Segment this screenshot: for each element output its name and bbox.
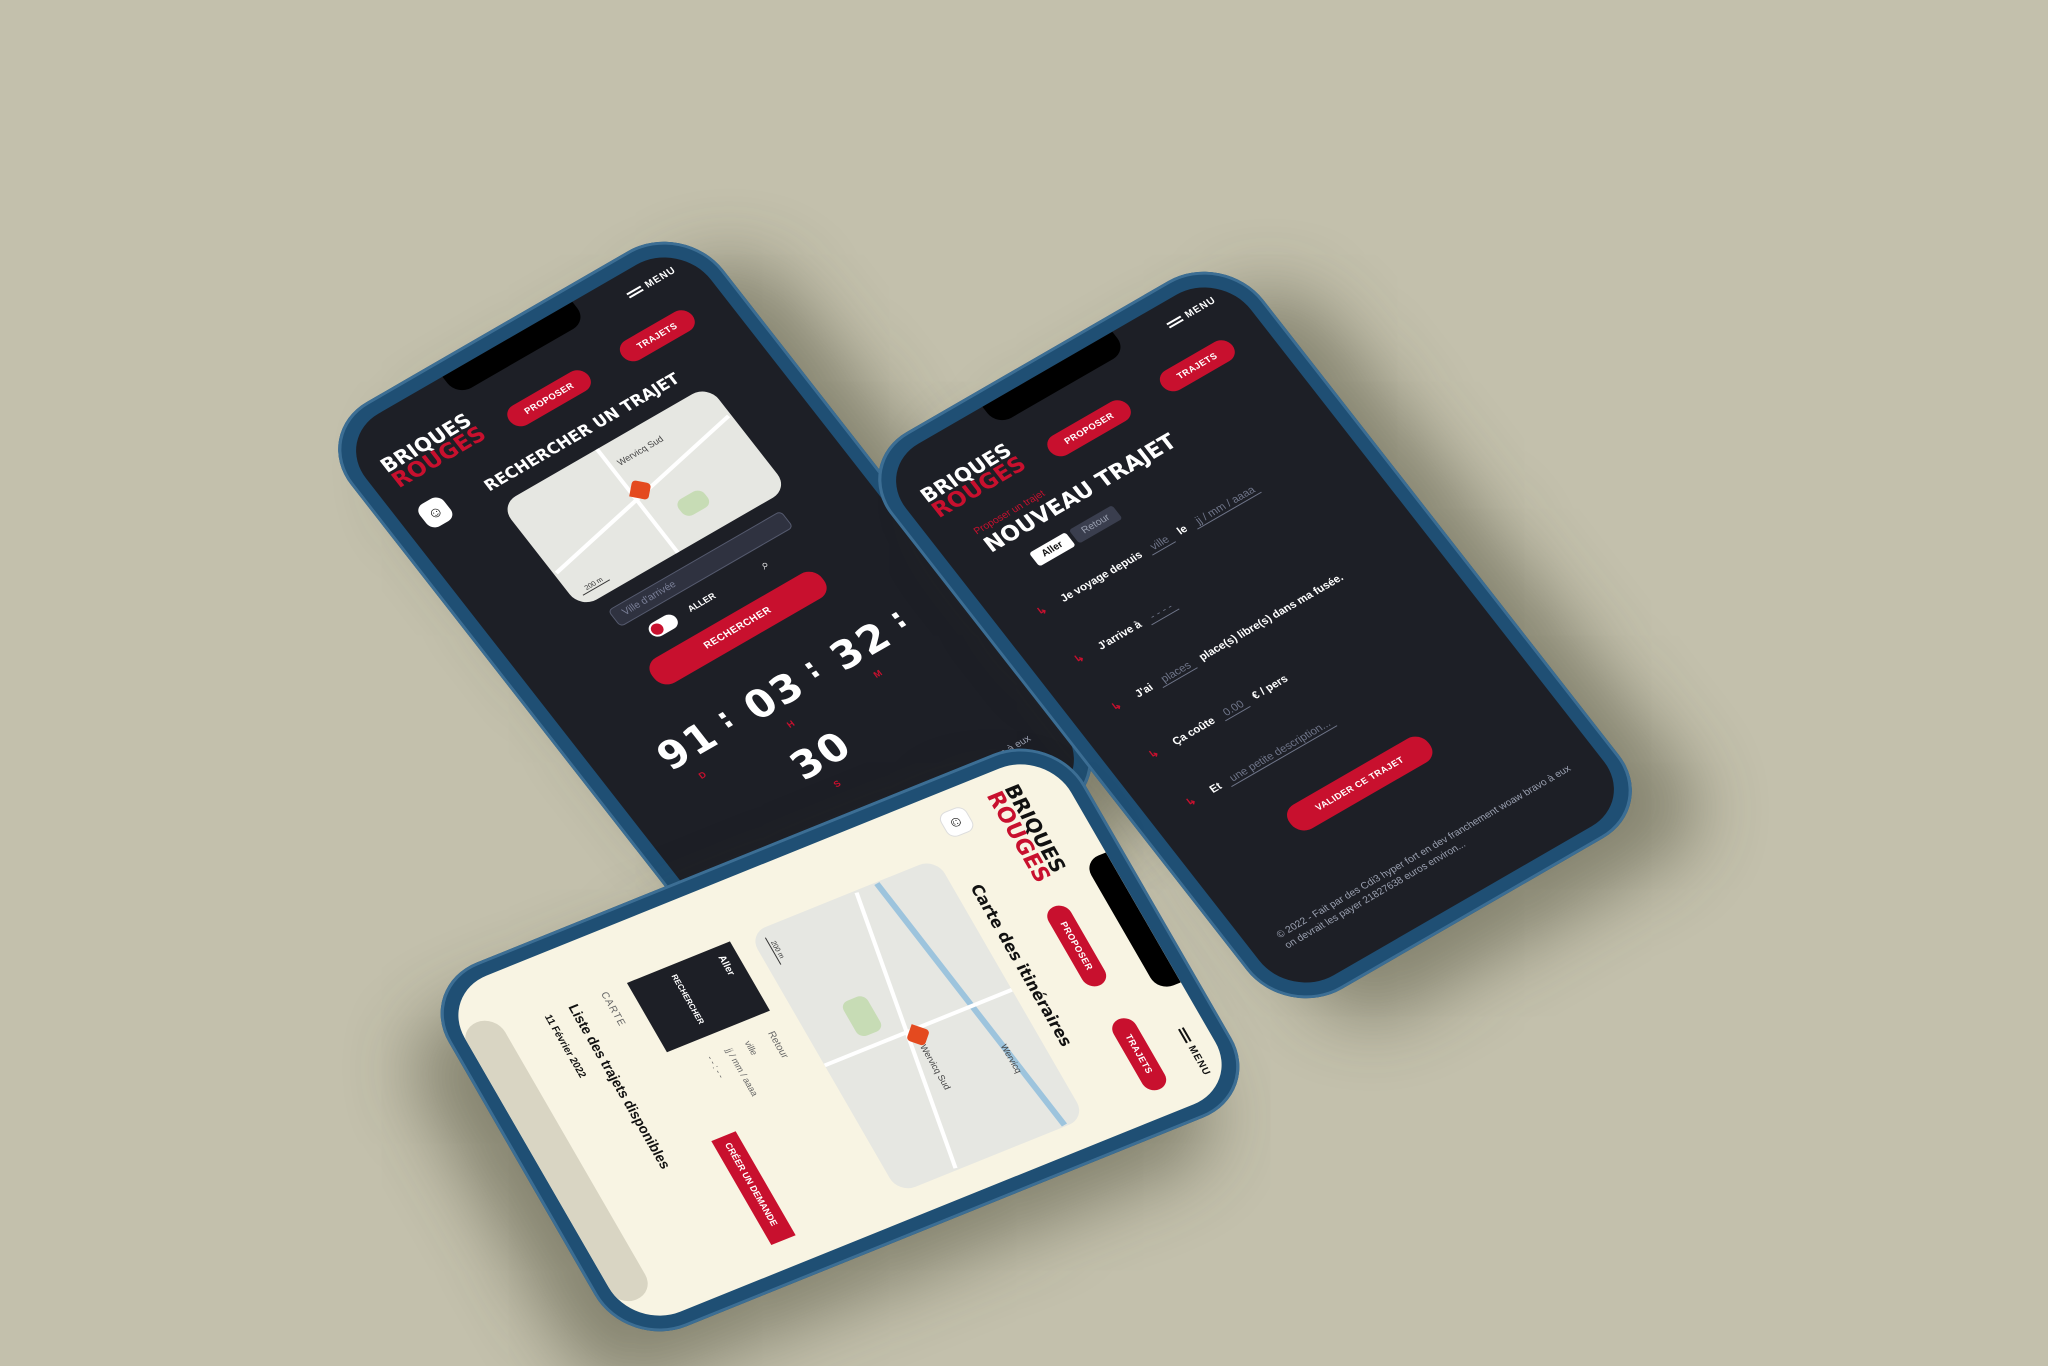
menu-button[interactable]: MENU	[1165, 295, 1219, 331]
proposer-button[interactable]: PROPOSER	[1042, 395, 1136, 461]
countdown-hours: 03	[734, 663, 815, 730]
map-scale: 200 m	[578, 573, 611, 596]
tab-aller[interactable]: Aller	[715, 954, 755, 1010]
row-label: Et	[1207, 780, 1225, 796]
arrow-icon: ↳	[1034, 604, 1051, 619]
row-label: Je voyage depuis	[1058, 549, 1146, 605]
countdown-seconds: 30	[781, 722, 862, 790]
menu-label: MENU	[642, 265, 679, 291]
brand-logo[interactable]: BRIQUES ROUGES	[375, 408, 491, 493]
search-icon: ⌕	[756, 556, 773, 573]
create-request-button[interactable]: CRÉER UN DEMANDE	[711, 1131, 796, 1246]
arrow-icon: ↳	[1183, 795, 1200, 810]
row-label: J'ai	[1132, 681, 1156, 701]
toggle-label: ALLER	[685, 590, 718, 614]
unit-hours: H	[784, 718, 797, 730]
menu-icon	[1166, 316, 1184, 329]
tab-retour[interactable]: Retour	[765, 1030, 790, 1060]
form-row-places: ↳ J'aiplacesplace(s) libre(s) dans ma fus…	[1109, 571, 1346, 714]
menu-icon	[626, 286, 644, 299]
search-button[interactable]: RECHERCHER	[669, 973, 707, 1028]
brand-logo[interactable]: BRIQUES ROUGES	[981, 781, 1072, 886]
unit-seconds: S	[831, 778, 843, 790]
menu-icon	[1177, 1026, 1192, 1044]
proposer-button[interactable]: PROPOSER	[1042, 902, 1111, 990]
description-input[interactable]: une petite description...	[1223, 715, 1338, 787]
depart-input[interactable]: ville	[1144, 531, 1176, 556]
route-map[interactable]: Wervicq Wervicq Sud 200 m	[748, 858, 1086, 1194]
map-label: Wervicq	[998, 1042, 1024, 1075]
city-field[interactable]: ville	[742, 1039, 759, 1056]
places-input[interactable]: places	[1155, 657, 1198, 688]
map-label: Wervicq Sud	[615, 434, 666, 468]
direction-sidebar: Aller RECHERCHER	[626, 941, 770, 1053]
price-input[interactable]: 0.00	[1217, 696, 1251, 722]
time-field[interactable]: - - : - -	[705, 1054, 727, 1079]
arrow-icon: ↳	[1071, 651, 1088, 666]
unit-minutes: M	[871, 667, 885, 680]
menu-label: MENU	[1185, 1044, 1213, 1078]
search-map[interactable]: Wervicq Sud 200 m	[499, 385, 789, 609]
date-input[interactable]: jj / mm / aaaa	[1189, 482, 1262, 530]
scroll-area[interactable]	[457, 1014, 656, 1308]
direction-toggle[interactable]	[645, 611, 682, 640]
location-pin-icon	[629, 479, 652, 501]
row-label: place(s) libre(s) dans ma fusée.	[1196, 571, 1346, 664]
row-label: Ça coûte	[1170, 715, 1218, 748]
carte-label: CARTE	[597, 990, 628, 1029]
countdown-minutes: 32	[821, 613, 902, 680]
phone-map-screen: MENU BRIQUES ROUGES PROPOSER TRAJETS ☺ C…	[439, 749, 1241, 1331]
unit-days: D	[696, 769, 709, 781]
menu-button[interactable]: MENU	[1175, 1026, 1213, 1077]
trajets-button[interactable]: TRAJETS	[614, 306, 700, 366]
arrow-icon: ↳	[1109, 699, 1125, 714]
form-row-arrivee: ↳ J'arrive à- - - -	[1071, 594, 1186, 666]
countdown-days: 91	[648, 713, 729, 780]
row-label: € / pers	[1249, 673, 1291, 702]
menu-label: MENU	[1182, 295, 1219, 321]
trajets-button[interactable]: TRAJETS	[1107, 1014, 1171, 1094]
tab-retour[interactable]: Retour	[1068, 504, 1123, 544]
avatar[interactable]: ☺	[414, 494, 457, 531]
tab-aller[interactable]: Aller	[1028, 531, 1077, 567]
avatar[interactable]: ☺	[936, 804, 977, 840]
arrow-icon: ↳	[1146, 747, 1162, 762]
row-label: le	[1174, 523, 1191, 538]
row-label: J'arrive à	[1095, 618, 1145, 653]
menu-button[interactable]: MENU	[625, 265, 679, 301]
trajets-button[interactable]: TRAJETS	[1154, 336, 1240, 396]
arrival-input[interactable]: - - - -	[1143, 598, 1180, 626]
submit-button[interactable]: VALIDER CE TRAJET	[1281, 731, 1439, 836]
map-scale: 200 m	[764, 934, 789, 966]
